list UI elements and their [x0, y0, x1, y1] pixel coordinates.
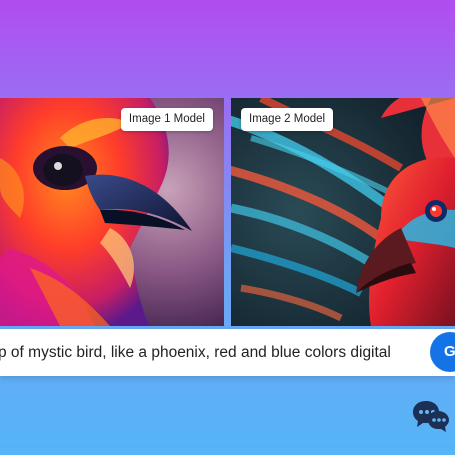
image-1-model-label: Image 1 Model — [120, 108, 213, 131]
image-card-1[interactable]: Image 1 Model — [0, 98, 224, 326]
image-card-2[interactable]: Image 2 Model — [231, 98, 455, 326]
image-2-model-label: Image 2 Model — [241, 108, 334, 131]
prompt-bar[interactable]: p of mystic bird, like a phoenix, red an… — [0, 329, 455, 376]
prompt-input[interactable]: p of mystic bird, like a phoenix, red an… — [0, 329, 420, 376]
generated-image-2 — [231, 98, 455, 326]
generated-image-1 — [0, 98, 224, 326]
chat-bubbles-icon[interactable] — [412, 399, 450, 433]
